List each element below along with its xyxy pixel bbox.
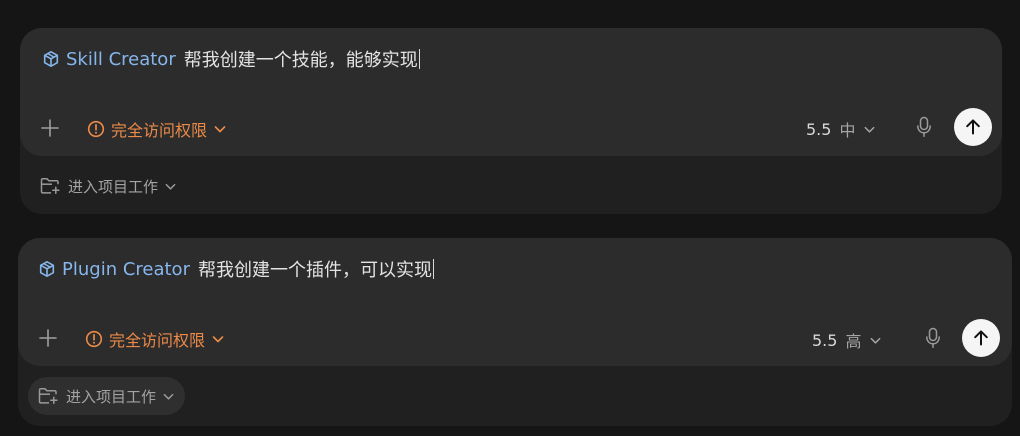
folder-icon — [38, 387, 58, 405]
prompt-input-plugin[interactable]: Plugin Creator 帮我创建一个插件，可以实现 — [38, 256, 435, 282]
model-selector-button[interactable]: 5.5 中 — [806, 117, 876, 141]
chevron-down-icon — [162, 390, 175, 403]
add-attachment-button[interactable] — [40, 118, 60, 138]
arrow-up-icon — [974, 330, 988, 346]
cube-icon — [42, 50, 60, 68]
add-attachment-button[interactable] — [38, 328, 58, 348]
project-work-label: 进入项目工作 — [68, 177, 159, 196]
effort-level: 高 — [845, 332, 862, 351]
access-permission-label: 完全访问权限 — [111, 121, 208, 140]
cube-icon — [38, 260, 56, 278]
project-work-label: 进入项目工作 — [66, 387, 157, 406]
chevron-down-icon — [869, 334, 882, 347]
chevron-down-icon — [863, 123, 876, 136]
text-caret — [432, 259, 435, 279]
creator-tag[interactable]: Plugin Creator — [62, 259, 190, 280]
voice-input-button[interactable] — [914, 116, 934, 138]
chevron-down-icon — [213, 122, 227, 136]
chevron-down-icon — [211, 332, 225, 346]
arrow-up-icon — [966, 119, 980, 135]
microphone-icon — [917, 116, 931, 137]
send-button[interactable] — [962, 319, 1000, 357]
project-work-button[interactable]: 进入项目工作 — [40, 167, 177, 205]
model-version: 5.5 — [806, 119, 832, 139]
creator-tag[interactable]: Skill Creator — [66, 49, 176, 70]
prompt-text: 帮我创建一个技能，能够实现 — [183, 50, 418, 71]
send-button[interactable] — [954, 108, 992, 146]
plus-icon — [41, 119, 59, 137]
warning-circle-icon — [85, 330, 103, 348]
prompt-input-skill[interactable]: Skill Creator 帮我创建一个技能，能够实现 — [42, 46, 421, 72]
plus-icon — [39, 329, 57, 347]
folder-icon — [40, 177, 60, 195]
model-version: 5.5 — [812, 330, 838, 350]
voice-input-button[interactable] — [923, 327, 943, 349]
prompt-text: 帮我创建一个插件，可以实现 — [197, 260, 432, 281]
access-permission-button[interactable]: 完全访问权限 — [85, 327, 225, 351]
access-permission-label: 完全访问权限 — [109, 331, 206, 350]
text-caret — [418, 49, 421, 69]
model-selector-button[interactable]: 5.5 高 — [812, 328, 882, 352]
warning-circle-icon — [87, 120, 105, 138]
microphone-icon — [926, 327, 940, 348]
access-permission-button[interactable]: 完全访问权限 — [87, 117, 227, 141]
project-work-button[interactable]: 进入项目工作 — [28, 377, 186, 415]
effort-level: 中 — [839, 121, 856, 140]
chevron-down-icon — [164, 180, 177, 193]
